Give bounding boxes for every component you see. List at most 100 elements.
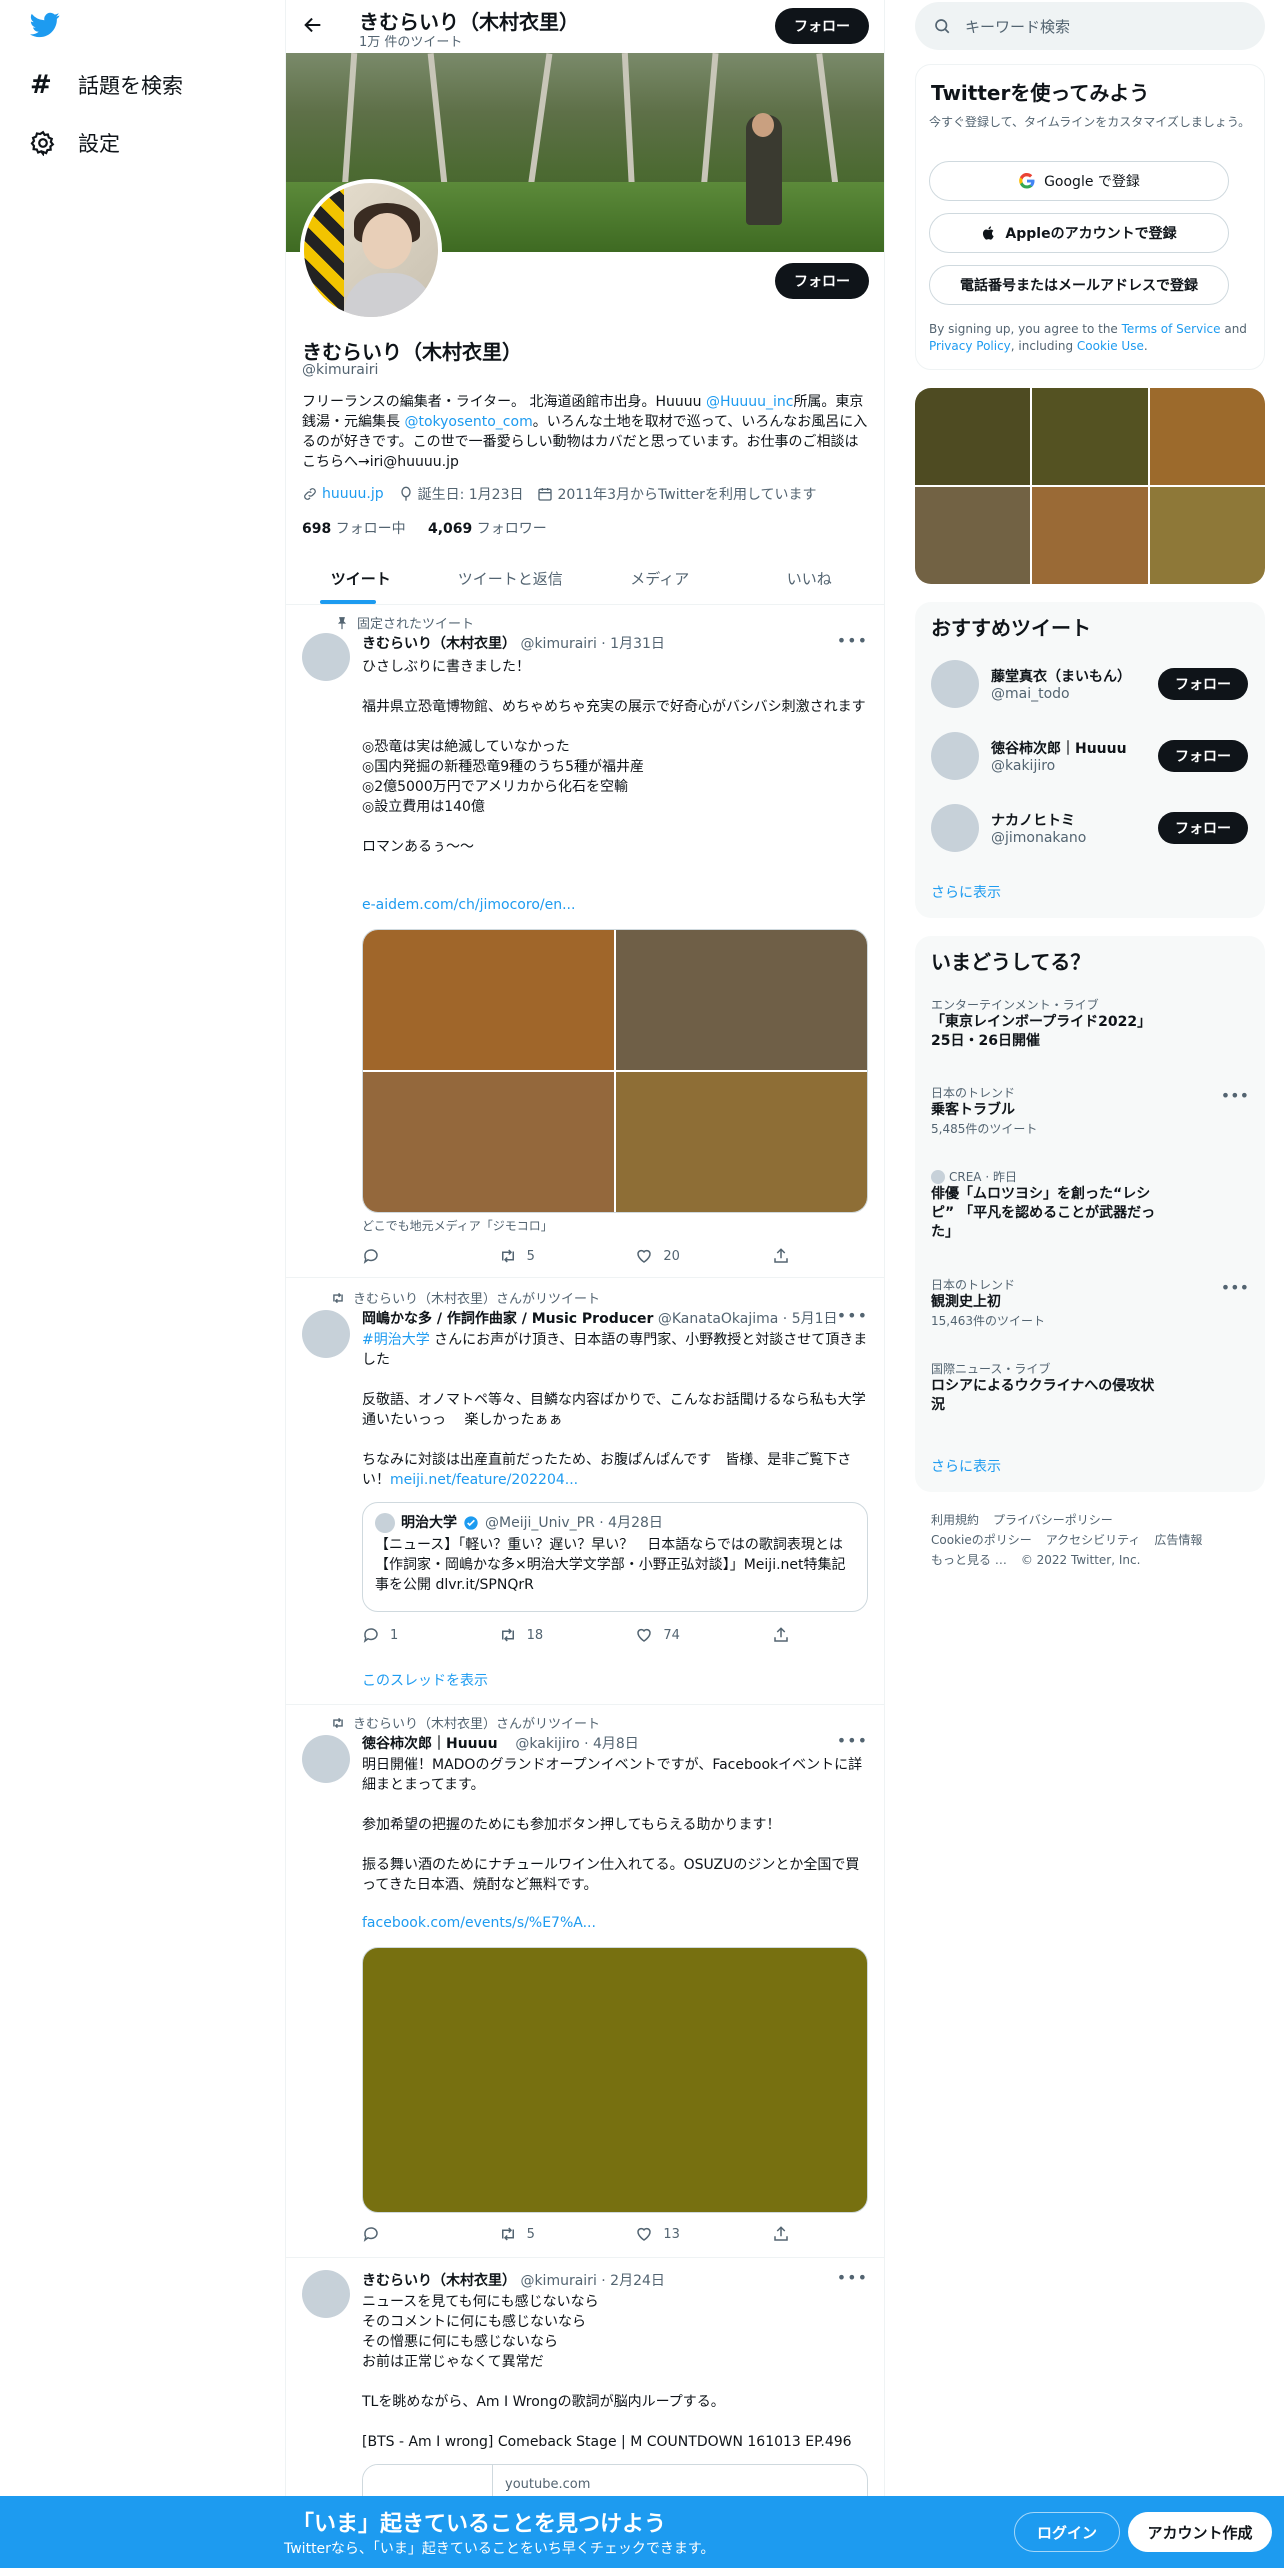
recommended-show-more[interactable]: さらに表示 bbox=[931, 882, 1001, 902]
tweet-author-name[interactable]: きむらいり（木村衣里） bbox=[362, 636, 516, 652]
pinned-text: 固定されたツイート bbox=[357, 617, 475, 632]
trend-item[interactable]: CREA · 昨日 俳優「ムロツヨシ」を創った“レシピ” 「平凡を認めることが武… bbox=[931, 1168, 1241, 1242]
tweet-author-name[interactable]: 徳谷柿次郎｜Huuuu bbox=[362, 1736, 498, 1752]
photo-thumbnail[interactable] bbox=[1149, 487, 1265, 584]
more-icon[interactable]: ••• bbox=[837, 1306, 868, 1325]
media-image[interactable] bbox=[616, 1072, 867, 1212]
media-image[interactable] bbox=[616, 930, 867, 1070]
tweet-media-image[interactable] bbox=[362, 1947, 868, 2213]
share-button[interactable] bbox=[772, 1247, 802, 1265]
footer-cookie-link[interactable]: Cookieのポリシー bbox=[931, 1533, 1032, 1547]
reply-button[interactable] bbox=[362, 1247, 462, 1265]
avatar[interactable] bbox=[931, 804, 979, 852]
profile-follow-button[interactable]: フォロー bbox=[775, 263, 869, 299]
nav-explore[interactable]: # 話題を検索 bbox=[30, 70, 183, 100]
search-box[interactable]: キーワード検索 bbox=[915, 2, 1265, 50]
footer-terms-link[interactable]: 利用規約 bbox=[931, 1513, 979, 1527]
retweet-button[interactable]: 5 bbox=[499, 2225, 599, 2243]
share-button[interactable] bbox=[772, 1626, 802, 1644]
privacy-policy-link[interactable]: Privacy Policy bbox=[929, 339, 1011, 353]
show-thread-link[interactable]: このスレッドを表示 bbox=[362, 1670, 488, 1690]
tweet-link[interactable]: meiji.net/feature/202204... bbox=[390, 1472, 578, 1488]
bio-mention-huuuu[interactable]: @Huuuu_inc bbox=[706, 394, 793, 410]
tweet-avatar[interactable] bbox=[302, 633, 350, 681]
signup-button[interactable]: アカウント作成 bbox=[1128, 2512, 1272, 2552]
profile-avatar[interactable] bbox=[300, 179, 442, 321]
trends-show-more[interactable]: さらに表示 bbox=[931, 1456, 1001, 1476]
photo-thumbnail[interactable] bbox=[1032, 388, 1148, 485]
more-icon[interactable]: ••• bbox=[837, 1731, 868, 1750]
tweet-avatar[interactable] bbox=[302, 1310, 350, 1358]
trend-item[interactable]: 日本のトレンド 観測史上初 15,463件のツイート bbox=[931, 1276, 1241, 1329]
header-follow-button[interactable]: フォロー bbox=[775, 8, 869, 44]
tweet-retweet-kakijiro[interactable]: きむらいり（木村衣里）さんがリツイート 徳谷柿次郎｜Huuuu @kakijir… bbox=[286, 1705, 884, 2258]
like-button[interactable]: 74 bbox=[635, 1626, 735, 1644]
tweet-pinned[interactable]: 固定されたツイート きむらいり（木村衣里） @kimurairi · 1月31日… bbox=[286, 605, 884, 1278]
trend-item[interactable]: 国際ニュース・ライブ ロシアによるウクライナへの侵攻状況 bbox=[931, 1360, 1241, 1415]
cookie-use-link[interactable]: Cookie Use bbox=[1077, 339, 1144, 353]
link-icon bbox=[302, 486, 318, 502]
profile-website[interactable]: huuuu.jp bbox=[302, 486, 384, 502]
tweet-avatar[interactable] bbox=[302, 1735, 350, 1783]
terms-of-service-link[interactable]: Terms of Service bbox=[1122, 322, 1221, 336]
recommended-user[interactable]: ナカノヒトミ @jimonakano bbox=[931, 804, 1086, 852]
trends-title: いまどうしてる？ bbox=[931, 950, 1091, 974]
photo-thumbnail[interactable] bbox=[1032, 487, 1148, 584]
phone-email-signup-button[interactable]: 電話番号またはメールアドレスで登録 bbox=[929, 265, 1229, 305]
tab-likes[interactable]: いいね bbox=[735, 552, 885, 604]
twitter-logo-icon[interactable] bbox=[30, 12, 66, 44]
tweet-author-name[interactable]: 岡嶋かな多 / 作詞作曲家 / Music Producer bbox=[362, 1311, 653, 1327]
photo-thumbnail[interactable] bbox=[915, 487, 1031, 584]
hashtag-link[interactable]: #明治大学 bbox=[362, 1332, 430, 1348]
like-button[interactable]: 13 bbox=[635, 2225, 735, 2243]
following-link[interactable]: 698 フォロー中 bbox=[302, 521, 406, 537]
bio-mention-tokyosento[interactable]: @tokyosento_com bbox=[404, 414, 532, 430]
apple-signup-button[interactable]: Appleのアカウントで登録 bbox=[929, 213, 1229, 253]
media-image[interactable] bbox=[363, 930, 614, 1070]
profile-bio: フリーランスの編集者・ライター。 北海道函館市出身。Huuuu @Huuuu_i… bbox=[302, 392, 872, 472]
retweet-button[interactable]: 18 bbox=[499, 1626, 599, 1644]
tweet-link[interactable]: e-aidem.com/ch/jimocoro/en... bbox=[362, 895, 872, 915]
photo-thumbnail[interactable] bbox=[915, 388, 1031, 485]
avatar[interactable] bbox=[931, 660, 979, 708]
retweet-button[interactable]: 5 bbox=[499, 1247, 599, 1265]
login-button[interactable]: ログイン bbox=[1014, 2512, 1120, 2552]
avatar[interactable] bbox=[931, 732, 979, 780]
reply-button[interactable] bbox=[362, 2225, 462, 2243]
nav-settings[interactable]: 設定 bbox=[30, 128, 120, 158]
more-icon[interactable]: ••• bbox=[837, 2268, 868, 2287]
like-button[interactable]: 20 bbox=[635, 1247, 735, 1265]
tweet-retweet-okajima[interactable]: きむらいり（木村衣里）さんがリツイート 岡嶋かな多 / 作詞作曲家 / Musi… bbox=[286, 1278, 884, 1705]
back-arrow-icon[interactable] bbox=[302, 14, 326, 38]
search-input[interactable]: キーワード検索 bbox=[965, 16, 1070, 37]
website-link[interactable]: huuuu.jp bbox=[322, 486, 384, 502]
recommended-user[interactable]: 藤堂真衣（まいもん） @mai_todo bbox=[931, 660, 1131, 708]
tweet-avatar[interactable] bbox=[302, 2270, 350, 2318]
share-button[interactable] bbox=[772, 2225, 802, 2243]
google-signup-button[interactable]: Google で登録 bbox=[929, 161, 1229, 201]
footer-accessibility-link[interactable]: アクセシビリティ bbox=[1046, 1533, 1141, 1547]
footer-privacy-link[interactable]: プライバシーポリシー bbox=[993, 1513, 1113, 1527]
tweet-media-grid[interactable] bbox=[362, 929, 868, 1213]
tab-media[interactable]: メディア bbox=[585, 552, 735, 604]
follow-button[interactable]: フォロー bbox=[1158, 812, 1248, 844]
media-image[interactable] bbox=[363, 1072, 614, 1212]
followers-link[interactable]: 4,069 フォロワー bbox=[428, 521, 547, 537]
footer-ads-link[interactable]: 広告情報 bbox=[1154, 1533, 1202, 1547]
more-icon[interactable]: ••• bbox=[837, 631, 868, 650]
quoted-tweet[interactable]: 明治大学 @Meiji_Univ_PR · 4月28日 【ニュース】「軽い？重い… bbox=[362, 1502, 868, 1612]
reply-button[interactable]: 1 bbox=[362, 1626, 462, 1644]
recommended-user[interactable]: 徳谷柿次郎｜Huuuu @kakijiro bbox=[931, 732, 1127, 780]
tab-tweets-and-replies[interactable]: ツイートと返信 bbox=[436, 552, 586, 604]
trend-more-icon[interactable]: ••• bbox=[1221, 1278, 1249, 1297]
footer-more-link[interactable]: もっと見る … bbox=[931, 1553, 1007, 1567]
follow-button[interactable]: フォロー bbox=[1158, 740, 1248, 772]
trend-item[interactable]: 日本のトレンド 乗客トラブル 5,485件のツイート bbox=[931, 1084, 1241, 1137]
tab-tweets[interactable]: ツイート bbox=[286, 552, 436, 604]
tweet-link[interactable]: facebook.com/events/s/%E7%A... bbox=[362, 1913, 872, 1933]
tweet-author-name[interactable]: きむらいり（木村衣里） bbox=[362, 2273, 516, 2289]
trend-more-icon[interactable]: ••• bbox=[1221, 1086, 1249, 1105]
photo-thumbnail[interactable] bbox=[1149, 388, 1265, 485]
trend-item[interactable]: エンターテインメント・ライブ 「東京レインボープライド2022」 25日・26日… bbox=[931, 996, 1241, 1051]
follow-button[interactable]: フォロー bbox=[1158, 668, 1248, 700]
